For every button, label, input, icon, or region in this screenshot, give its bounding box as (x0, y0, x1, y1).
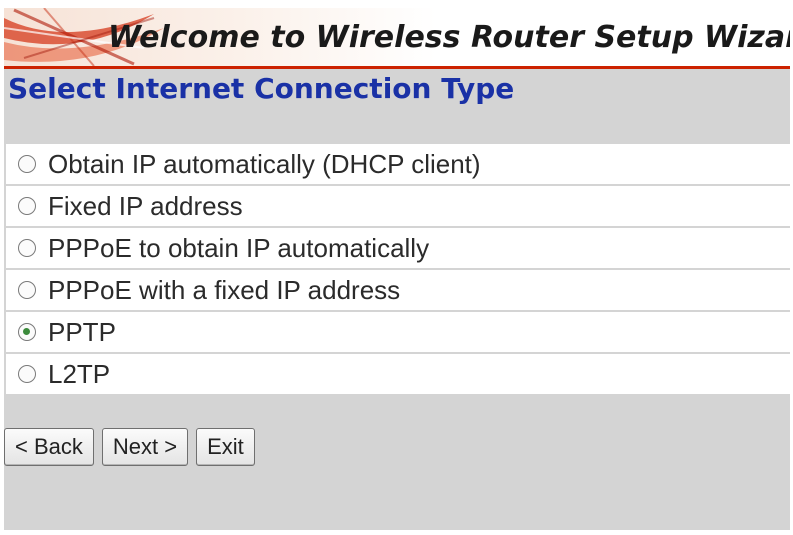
option-fixed-ip[interactable]: Fixed IP address (6, 186, 790, 226)
radio-pppoe-auto[interactable] (18, 239, 36, 257)
option-pppoe-auto[interactable]: PPPoE to obtain IP automatically (6, 228, 790, 268)
exit-button[interactable]: Exit (196, 428, 255, 466)
page-title: Select Internet Connection Type (8, 72, 515, 105)
option-l2tp[interactable]: L2TP (6, 354, 790, 394)
option-label: PPTP (48, 316, 116, 347)
wizard-banner: Welcome to Wireless Router Setup Wizard (4, 8, 790, 66)
radio-dhcp-client[interactable] (18, 155, 36, 173)
connection-type-list: Obtain IP automatically (DHCP client) Fi… (6, 144, 790, 396)
wizard-title: Welcome to Wireless Router Setup Wizard (108, 20, 790, 55)
banner-divider (4, 66, 790, 69)
radio-fixed-ip[interactable] (18, 197, 36, 215)
radio-l2tp[interactable] (18, 365, 36, 383)
option-label: PPPoE with a fixed IP address (48, 274, 401, 305)
option-label: Fixed IP address (48, 190, 243, 221)
wizard-buttons: < Back Next > Exit (4, 428, 263, 466)
option-pptp[interactable]: PPTP (6, 312, 790, 352)
back-button[interactable]: < Back (4, 428, 94, 466)
wizard-frame: Welcome to Wireless Router Setup Wizard … (4, 8, 790, 530)
option-label: Obtain IP automatically (DHCP client) (48, 148, 481, 179)
option-pppoe-fixed[interactable]: PPPoE with a fixed IP address (6, 270, 790, 310)
next-button[interactable]: Next > (101, 428, 189, 466)
option-label: PPPoE to obtain IP automatically (48, 232, 430, 263)
option-dhcp-client[interactable]: Obtain IP automatically (DHCP client) (6, 144, 790, 184)
radio-pptp[interactable] (18, 323, 36, 341)
option-label: L2TP (48, 358, 111, 389)
radio-pppoe-fixed[interactable] (18, 281, 36, 299)
